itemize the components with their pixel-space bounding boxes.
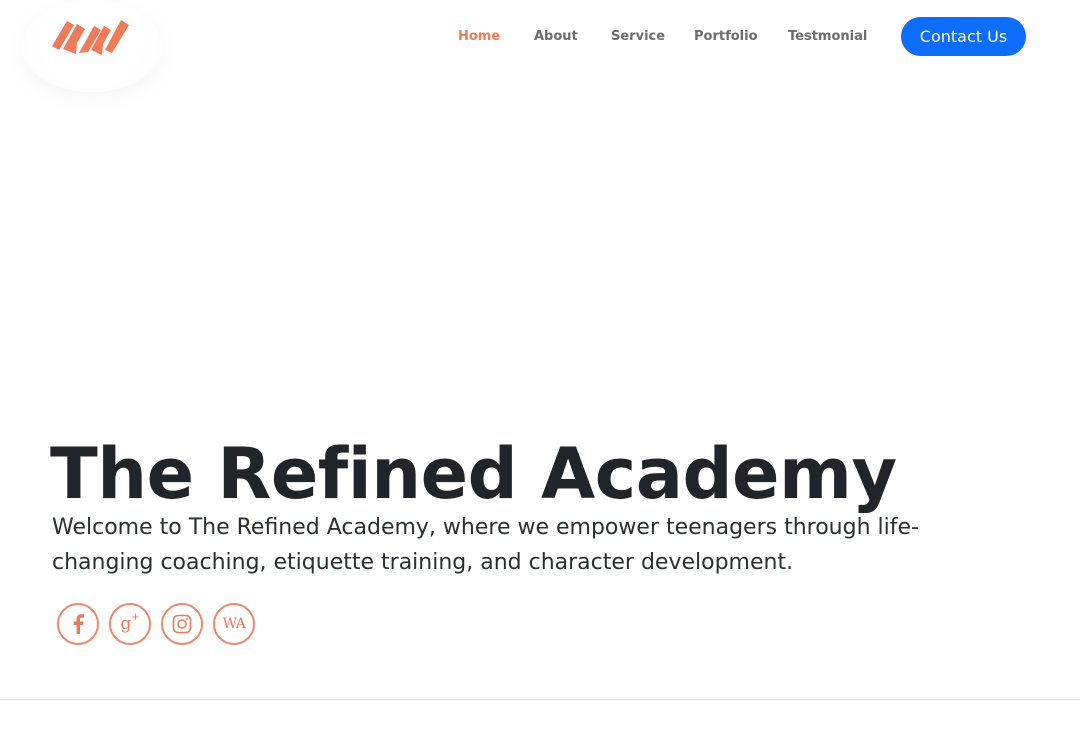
nav-portfolio[interactable]: Portfolio xyxy=(694,26,758,48)
whatsapp-glyph: WA xyxy=(222,616,246,632)
page: Home About Service Portfolio Testmonial … xyxy=(0,0,1080,741)
google-plus-icon[interactable]: g+ xyxy=(109,603,151,645)
nav-testimonial[interactable]: Testmonial xyxy=(788,26,867,48)
contact-us-button[interactable]: Contact Us xyxy=(901,17,1026,56)
facebook-glyph xyxy=(73,614,84,634)
whatsapp-icon[interactable]: WA xyxy=(213,603,255,645)
hero-title: The Refined Academy xyxy=(50,433,897,515)
section-divider xyxy=(0,699,1080,700)
hero-subtitle: Welcome to The Refined Academy, where we… xyxy=(52,515,919,575)
instagram-glyph xyxy=(172,614,192,634)
nav-home[interactable]: Home xyxy=(458,26,500,48)
instagram-icon[interactable] xyxy=(161,603,203,645)
google-plus-glyph: g+ xyxy=(120,612,140,634)
nav-service[interactable]: Service xyxy=(611,26,665,48)
facebook-icon[interactable] xyxy=(57,603,99,645)
nav-about[interactable]: About xyxy=(534,26,578,48)
